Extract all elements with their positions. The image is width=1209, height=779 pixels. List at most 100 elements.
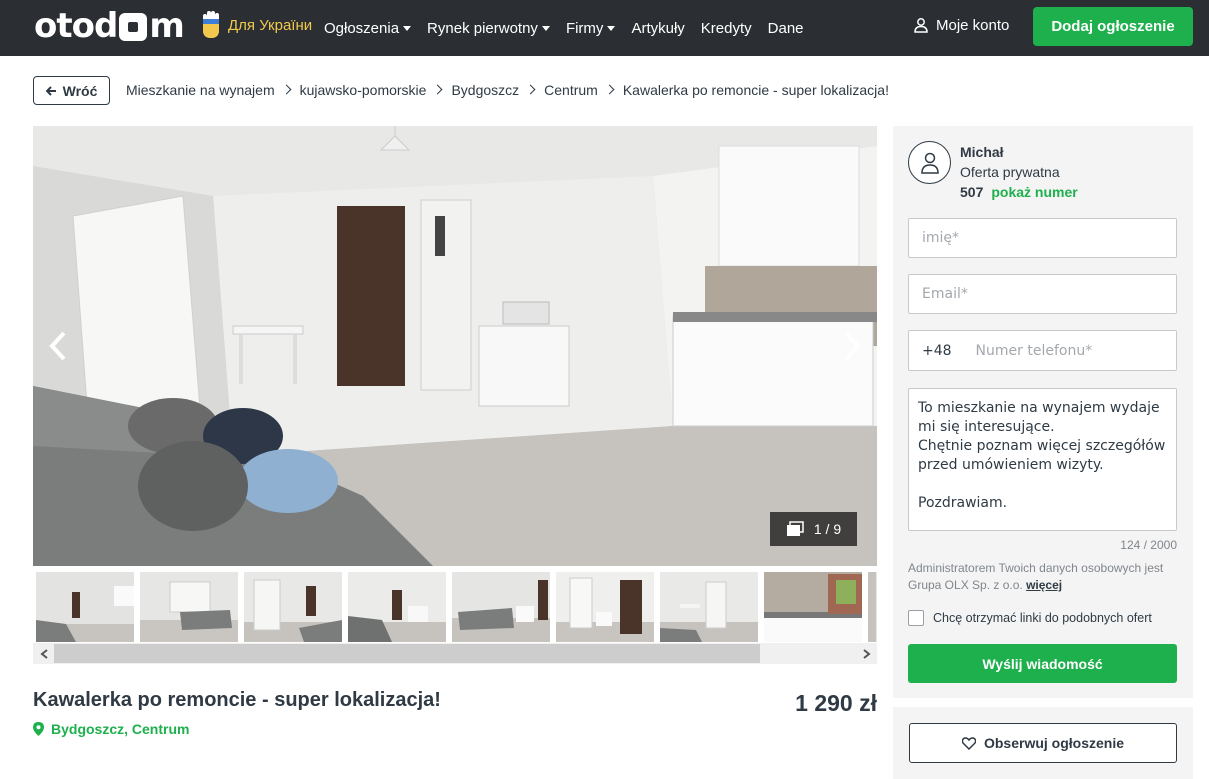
phone-placeholder: Numer telefonu*	[975, 342, 1093, 359]
next-photo-button[interactable]	[837, 331, 867, 361]
scrollbar-thumb[interactable]	[54, 644, 760, 663]
back-label: Wróć	[62, 82, 98, 99]
listing-title: Kawalerka po remoncie - super lokalizacj…	[33, 689, 441, 711]
apartment-photo	[33, 126, 877, 566]
message-textarea[interactable]: To mieszkanie na wynajem wydaje mi się i…	[908, 388, 1177, 531]
chevron-left-icon	[49, 331, 66, 361]
breadcrumb: Mieszkanie na wynajem kujawsko-pomorskie…	[126, 82, 889, 98]
thumbnail[interactable]	[556, 572, 654, 642]
thumbnail[interactable]	[36, 572, 134, 642]
add-listing-button[interactable]: Dodaj ogłoszenie	[1033, 7, 1193, 46]
thumbnail-image	[660, 572, 758, 642]
char-counter: 124 / 2000	[1120, 538, 1177, 552]
listing-price: 1 290 zł	[795, 690, 877, 716]
thumbnail[interactable]	[140, 572, 238, 642]
phone-field[interactable]: +48 Numer telefonu*	[908, 330, 1177, 371]
arrow-left-icon	[45, 85, 56, 96]
menu-item-label: Artykuły	[631, 19, 685, 37]
gdpr-more-link[interactable]: więcej	[1026, 578, 1062, 592]
seller-name: Michał	[960, 144, 1004, 160]
photo-counter: 1 / 9	[770, 512, 857, 546]
thumbnail[interactable]	[868, 572, 877, 642]
contact-panel: Michał Oferta prywatna 507 pokaż numer i…	[893, 126, 1193, 698]
ukraine-link[interactable]: Для України	[200, 10, 312, 40]
thumbnail[interactable]	[348, 572, 446, 642]
thumbnail[interactable]	[764, 572, 862, 642]
my-account-link[interactable]: Moje konto	[914, 17, 1009, 34]
menu-item-kredyty[interactable]: Kredyty	[701, 20, 752, 37]
phone-country-code: +48	[922, 342, 952, 359]
thumbnail-image	[348, 572, 446, 642]
logo-square-icon	[119, 13, 148, 41]
my-account-label: Moje konto	[936, 17, 1010, 34]
user-icon	[914, 18, 928, 33]
similar-offers-checkbox[interactable]: Chcę otrzymać linki do podobnych ofert	[908, 610, 1152, 626]
menu-item-label: Kredyty	[700, 19, 752, 37]
scroll-left-button[interactable]	[33, 643, 54, 664]
name-placeholder: imię*	[922, 230, 960, 246]
thumbnail-image	[764, 572, 862, 642]
show-number-link[interactable]: pokaż numer	[991, 184, 1077, 200]
breadcrumb-item[interactable]: Bydgoszcz	[451, 82, 519, 98]
menu-item-label: Rynek pierwotny	[427, 19, 538, 37]
ukraine-label: Для України	[228, 16, 313, 34]
thumbnail[interactable]	[452, 572, 550, 642]
photo-counter-text: 1 / 9	[813, 521, 842, 537]
otodom-logo[interactable]: otod m	[34, 6, 185, 46]
scroll-right-button[interactable]	[856, 643, 877, 664]
avatar	[908, 141, 951, 184]
menu-item-label: Ogłoszenia	[324, 19, 400, 37]
gallery-icon	[786, 521, 804, 536]
thumbnail-image	[140, 572, 238, 642]
email-field[interactable]: Email*	[908, 274, 1177, 314]
checkbox-box[interactable]	[908, 610, 924, 626]
thumbnail-image	[556, 572, 654, 642]
ukraine-hand-icon	[203, 11, 219, 38]
menu-item-ogloszenia[interactable]: Ogłoszenia	[324, 19, 412, 37]
checkbox-label: Chcę otrzymać linki do podobnych ofert	[933, 611, 1152, 625]
caret-down-icon	[403, 25, 412, 31]
menu-item-firmy[interactable]: Firmy	[566, 20, 616, 37]
triangle-right-icon	[862, 648, 871, 659]
breadcrumb-item[interactable]: kujawsko-pomorskie	[300, 82, 427, 98]
chevron-right-icon	[525, 84, 536, 94]
name-field[interactable]: imię*	[908, 218, 1177, 258]
map-pin-icon	[33, 722, 44, 736]
back-button[interactable]: Wróć	[33, 76, 110, 105]
user-icon	[920, 152, 939, 174]
main-photo[interactable]: 1 / 9	[33, 126, 877, 566]
location-text: Bydgoszcz, Centrum	[51, 721, 190, 737]
chevron-right-icon	[604, 84, 615, 94]
main-menu: Ogłoszenia Rynek pierwotny Firmy Artykuł…	[324, 0, 820, 56]
prev-photo-button[interactable]	[43, 331, 73, 361]
menu-item-label: Firmy	[565, 19, 604, 37]
thumbnail[interactable]	[244, 572, 342, 642]
thumbnail-image	[452, 572, 550, 642]
chevron-right-icon	[433, 84, 443, 94]
watch-listing-button[interactable]: Obserwuj ogłoszenie	[909, 723, 1177, 763]
thumbnail[interactable]	[660, 572, 758, 642]
menu-item-rynek-pierwotny[interactable]: Rynek pierwotny	[427, 20, 550, 37]
watch-panel: Obserwuj ogłoszenie	[893, 707, 1193, 779]
triangle-left-icon	[39, 648, 48, 659]
breadcrumb-current: Kawalerka po remoncie - super lokalizacj…	[622, 82, 889, 98]
menu-item-dane[interactable]: Dane	[768, 20, 804, 37]
thumbnail-image	[868, 572, 877, 642]
logo-text-end: m	[149, 6, 184, 46]
caret-down-icon	[607, 25, 616, 31]
heart-icon	[961, 736, 976, 750]
listing-location[interactable]: Bydgoszcz, Centrum	[33, 721, 189, 737]
menu-item-artykuly[interactable]: Artykuły	[631, 20, 684, 37]
gdpr-notice: Administratorem Twoich danych osobowych …	[908, 560, 1183, 594]
thumbnail-scrollbar[interactable]	[33, 643, 877, 664]
email-placeholder: Email*	[922, 286, 968, 302]
offer-type: Oferta prywatna	[960, 164, 1060, 180]
breadcrumb-item[interactable]: Centrum	[544, 82, 598, 98]
caret-down-icon	[541, 25, 550, 31]
phone-row: 507 pokaż numer	[960, 184, 1078, 200]
phone-prefix: 507	[960, 184, 984, 200]
breadcrumb-item[interactable]: Mieszkanie na wynajem	[126, 82, 275, 98]
send-message-button[interactable]: Wyślij wiadomość	[908, 644, 1177, 683]
thumbnail-image	[36, 572, 134, 642]
logo-text-start: otod	[34, 6, 118, 46]
